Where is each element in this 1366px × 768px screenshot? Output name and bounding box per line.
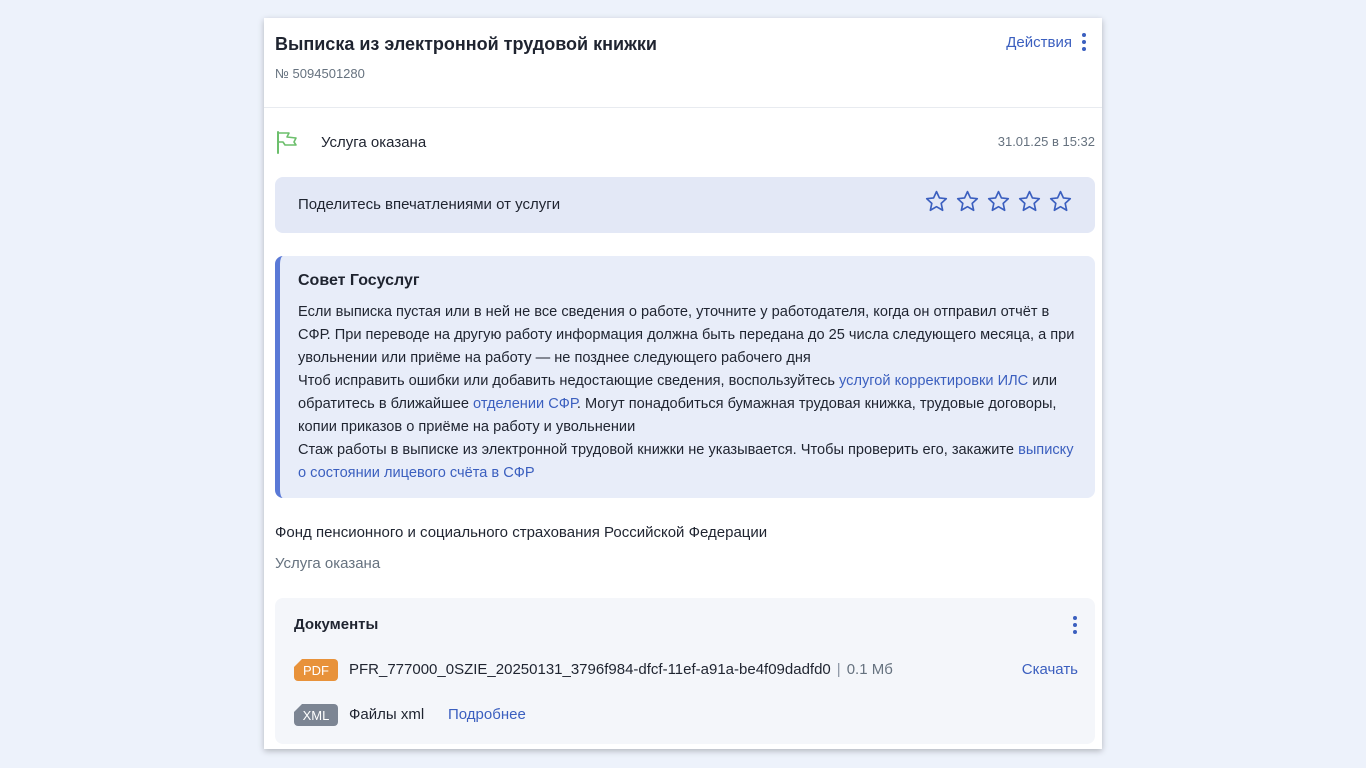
- organization-status: Услуга оказана: [275, 555, 381, 572]
- feedback-prompt: Поделитесь впечатлениями от услуги: [298, 196, 561, 213]
- page-title: Выписка из электронной трудовой книжки: [275, 34, 657, 54]
- tip-panel: Совет Госуслуг Если выписка пустая или в…: [275, 256, 1095, 498]
- more-vertical-icon: [1080, 33, 1088, 51]
- star-icon[interactable]: [924, 189, 949, 214]
- order-header: Выписка из электронной трудовой книжки №…: [264, 18, 1102, 108]
- file-name: PFR_777000_0SZIE_20250131_3796f984-dfcf-…: [349, 661, 831, 678]
- file-info: PFR_777000_0SZIE_20250131_3796f984-dfcf-…: [349, 661, 893, 678]
- rating-stars: [924, 189, 1073, 214]
- order-card: Выписка из электронной трудовой книжки №…: [264, 18, 1102, 749]
- xml-file-icon: XML: [294, 704, 338, 726]
- file-row: PDF PFR_777000_0SZIE_20250131_3796f984-d…: [294, 659, 1078, 681]
- star-icon[interactable]: [1017, 189, 1042, 214]
- tip-title: Совет Госуслуг: [298, 272, 420, 289]
- star-icon[interactable]: [986, 189, 1011, 214]
- status-label: Услуга оказана: [321, 134, 427, 151]
- download-link[interactable]: Скачать: [1022, 661, 1078, 678]
- file-size: 0.1 Мб: [846, 661, 893, 678]
- tip-text: Стаж работы в выписке из электронной тру…: [298, 442, 1019, 458]
- documents-more-icon[interactable]: [1073, 616, 1077, 634]
- xml-details-link[interactable]: Подробнее: [448, 706, 526, 723]
- file-separator: |: [836, 661, 841, 678]
- status-row: Услуга оказана 31.01.25 в 15:32: [275, 130, 1095, 154]
- pdf-file-icon: PDF: [294, 659, 338, 681]
- feedback-banner: Поделитесь впечатлениями от услуги: [275, 177, 1095, 233]
- sfr-office-link[interactable]: отделении СФР: [473, 396, 577, 412]
- actions-label: Действия: [1006, 33, 1072, 51]
- tip-paragraph-3: Стаж работы в выписке из электронной тру…: [298, 439, 1078, 485]
- status-timestamp: 31.01.25 в 15:32: [997, 134, 1095, 149]
- star-icon[interactable]: [1048, 189, 1073, 214]
- documents-title: Документы: [294, 616, 379, 633]
- documents-panel: Документы PDF PFR_777000_0SZIE_20250131_…: [275, 598, 1095, 744]
- tip-text: Чтоб исправить ошибки или добавить недос…: [298, 373, 840, 389]
- tip-body: Если выписка пустая или в ней не все све…: [298, 301, 1078, 485]
- tip-paragraph-1: Если выписка пустая или в ней не все све…: [298, 304, 1075, 366]
- order-number: № 5094501280: [275, 66, 365, 81]
- actions-button[interactable]: Действия: [1006, 33, 1088, 51]
- star-icon[interactable]: [955, 189, 980, 214]
- tip-paragraph-2: Чтоб исправить ошибки или добавить недос…: [298, 370, 1078, 439]
- flag-icon: [277, 131, 297, 154]
- organization-name: Фонд пенсионного и социального страхован…: [275, 524, 768, 541]
- xml-files-label: Файлы xml: [349, 706, 425, 723]
- ils-correction-link[interactable]: услугой корректировки ИЛС: [839, 373, 1028, 389]
- xml-row: XML Файлы xml Подробнее: [294, 704, 1078, 726]
